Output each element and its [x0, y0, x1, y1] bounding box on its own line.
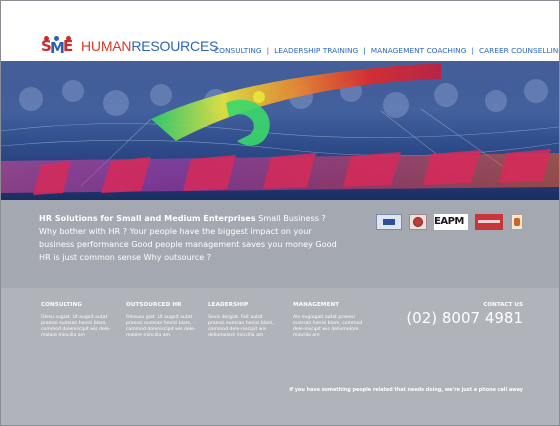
- nav-separator: |: [266, 46, 270, 55]
- sme-logo-mark: S M E: [41, 36, 75, 56]
- service-text: Sevis dergiat. Fait autat praessi eumsan…: [208, 315, 274, 339]
- intro-section: HR Solutions for Small and Medium Enterp…: [1, 200, 559, 288]
- main-nav: CONSULTING | LEADERSHIP TRAINING | MANAG…: [214, 46, 559, 55]
- nav-leadership-training[interactable]: LEADERSHIP TRAINING: [274, 46, 358, 55]
- partner-logo-eapm-text: EAPM: [434, 216, 464, 227]
- partner-logo-5-mark: [514, 218, 520, 226]
- partner-logo-5[interactable]: [511, 214, 523, 230]
- service-text: Olesusu giat. Ut augait autat praessi eu…: [126, 315, 196, 339]
- partner-logo-2-circle: [413, 217, 423, 227]
- nav-separator: |: [471, 46, 474, 55]
- service-title: CONSULTING: [41, 302, 82, 308]
- brand-name: HUMANRESOURCES: [81, 38, 218, 54]
- site-header: S M E HUMANRESOURCES CONSULTING | LEADER…: [1, 1, 559, 61]
- contact-phone-number[interactable]: (02) 8007 4981: [406, 309, 523, 327]
- partner-logo-2[interactable]: [409, 214, 427, 230]
- footer-tagline: If you have something people related tha…: [289, 387, 523, 393]
- nav-separator: |: [363, 46, 366, 55]
- page-frame: S M E HUMANRESOURCES CONSULTING | LEADER…: [0, 0, 560, 426]
- service-outsourced-hr[interactable]: OUTSOURCED HR Olesusu giat. Ut augait au…: [126, 302, 198, 339]
- hero-banner-image: [1, 61, 559, 200]
- service-title: MANAGEMENT: [293, 302, 340, 308]
- nav-career-counselling[interactable]: CAREER COUNSELLING: [479, 46, 559, 55]
- nav-consulting[interactable]: CONSULTING: [214, 46, 262, 55]
- service-text: Olesu sugiat. Ut augait autat praessi eu…: [41, 315, 111, 339]
- services-section: CONSULTING Olesu sugiat. Ut augait autat…: [1, 288, 559, 425]
- partner-logo-1[interactable]: [376, 214, 402, 230]
- logo-letter-e: E: [63, 37, 74, 55]
- partner-logo-1-bar: [383, 219, 395, 225]
- nav-management-coaching[interactable]: MANAGEMENT COACHING: [371, 46, 467, 55]
- service-text: Ale eugiugait autat praessi eumsan henis…: [293, 315, 363, 339]
- partner-logo-4-bar: [478, 220, 500, 223]
- service-title: OUTSOURCED HR: [126, 302, 182, 308]
- service-management[interactable]: MANAGEMENT Ale eugiugait autat praessi e…: [293, 302, 365, 339]
- service-consulting[interactable]: CONSULTING Olesu sugiat. Ut augait autat…: [41, 302, 113, 339]
- contact-us-label: CONTACT US: [483, 302, 523, 308]
- intro-heading: HR Solutions for Small and Medium Enterp…: [39, 213, 256, 223]
- service-title: LEADERSHIP: [208, 302, 249, 308]
- service-leadership[interactable]: LEADERSHIP Sevis dergiat. Fait autat pra…: [208, 302, 280, 339]
- partner-logo-eapm[interactable]: EAPM: [434, 214, 468, 230]
- brand-name-part2: RESOURCES: [131, 38, 219, 54]
- brand-name-part1: HUMAN: [81, 38, 132, 54]
- intro-text: HR Solutions for Small and Medium Enterp…: [39, 212, 337, 264]
- partner-logo-4[interactable]: [475, 214, 503, 230]
- brand-logo[interactable]: S M E HUMANRESOURCES: [41, 35, 218, 57]
- hero-banner-graphic: [1, 61, 559, 200]
